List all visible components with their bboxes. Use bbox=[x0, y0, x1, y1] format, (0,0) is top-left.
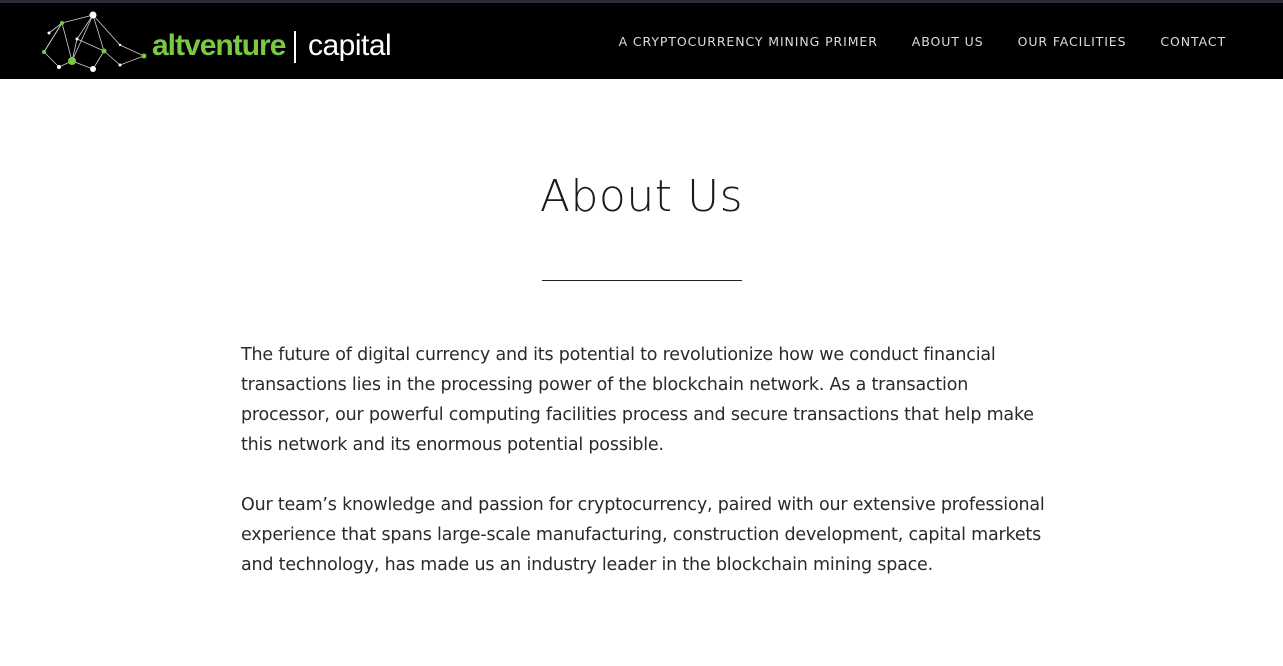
nav-item-mining-primer[interactable]: A CRYPTOCURRENCY MINING PRIMER bbox=[602, 3, 895, 82]
top-navigation-bar: altventure capital A CRYPTOCURRENCY MINI… bbox=[0, 0, 1283, 82]
paragraph-intro: The future of digital currency and its p… bbox=[241, 345, 1034, 455]
logo-separator bbox=[294, 31, 296, 63]
title-divider bbox=[542, 280, 742, 281]
network-nodes-logo-icon bbox=[42, 11, 147, 72]
page-title: About Us bbox=[539, 171, 744, 222]
site-logo-link[interactable]: altventure capital bbox=[40, 9, 410, 75]
logo-subtitle: capital bbox=[308, 29, 392, 62]
logo-wordmark: altventure bbox=[152, 29, 286, 62]
nav-item-contact[interactable]: CONTACT bbox=[1143, 3, 1243, 82]
nav-item-our-facilities[interactable]: OUR FACILITIES bbox=[1001, 3, 1144, 82]
about-text: The future of digital currency and its p… bbox=[241, 340, 1051, 610]
paragraph-team: Our team’s knowledge and passion for cry… bbox=[241, 495, 1045, 575]
main-nav: A CRYPTOCURRENCY MINING PRIMER ABOUT US … bbox=[602, 3, 1243, 82]
nav-item-about-us[interactable]: ABOUT US bbox=[894, 3, 1001, 82]
